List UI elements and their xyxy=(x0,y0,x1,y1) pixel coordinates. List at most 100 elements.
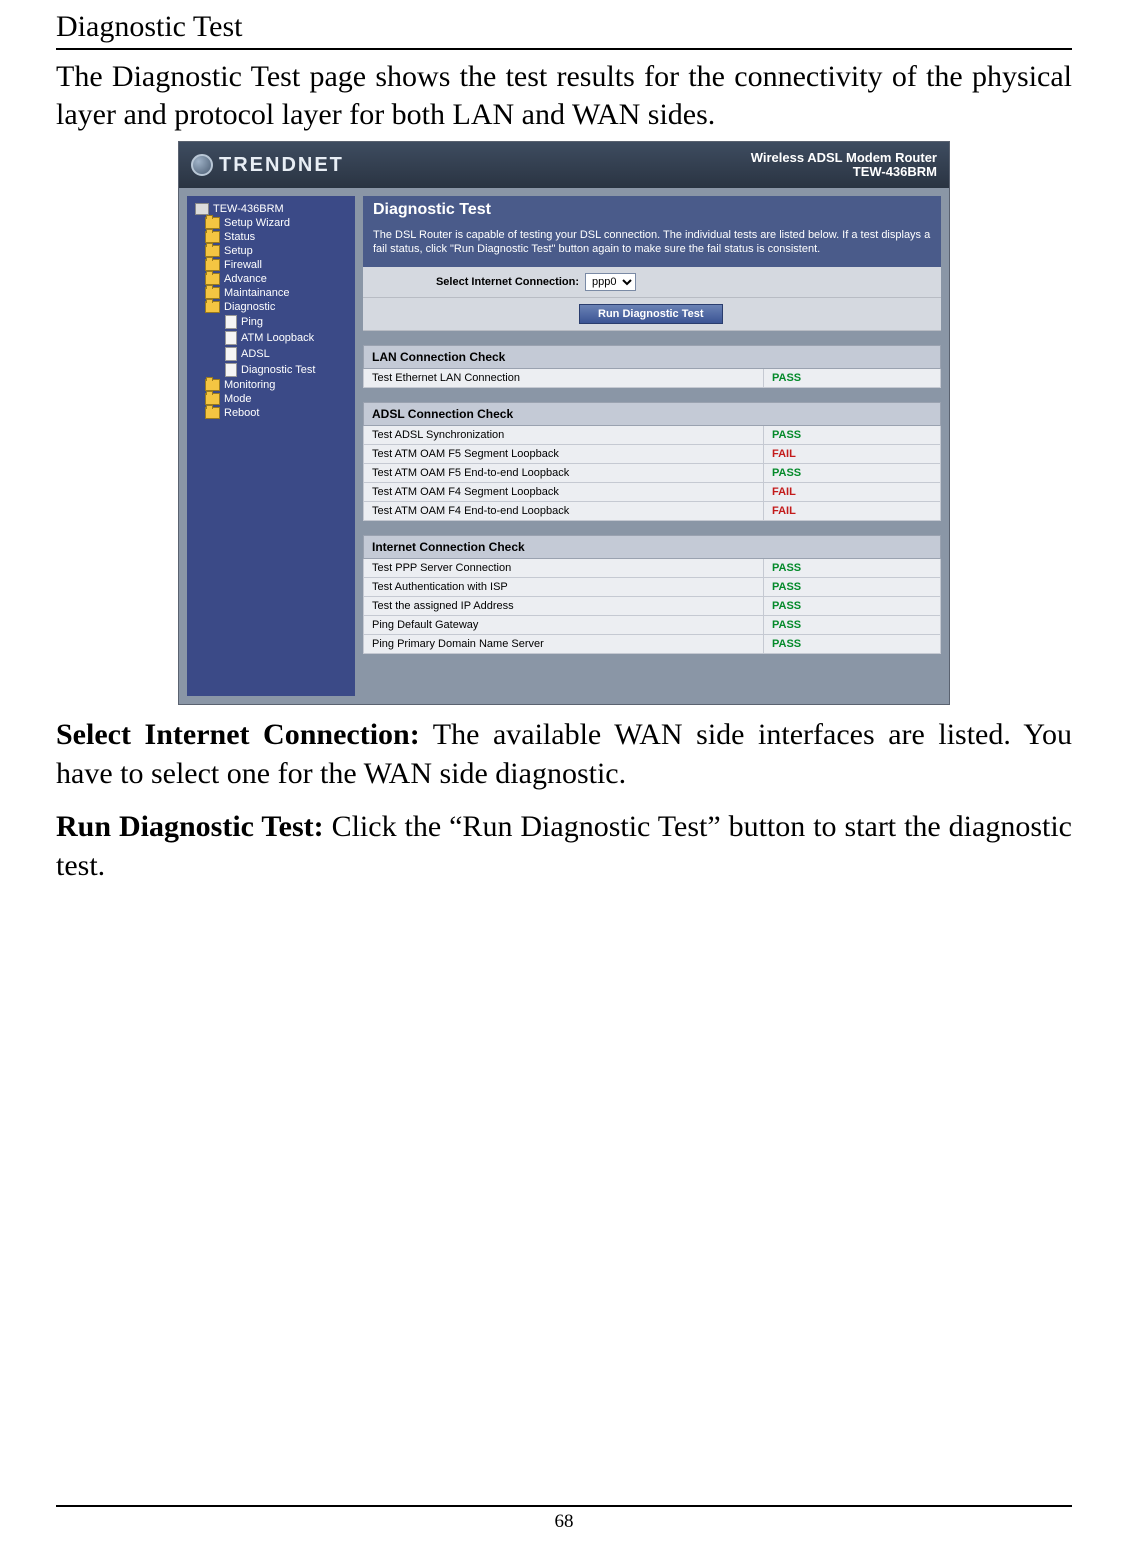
page-icon xyxy=(225,315,237,329)
section-heading: Diagnostic Test xyxy=(56,10,1072,44)
test-status: FAIL xyxy=(764,502,940,520)
nav-item[interactable]: Mode xyxy=(191,392,351,406)
test-name: Ping Primary Domain Name Server xyxy=(364,635,764,653)
product-line1: Wireless ADSL Modem Router xyxy=(751,151,937,165)
product-block: Wireless ADSL Modem Router TEW-436BRM xyxy=(751,151,937,180)
folder-icon xyxy=(205,231,220,243)
nav-item[interactable]: ATM Loopback xyxy=(191,330,351,346)
test-status: PASS xyxy=(764,426,940,444)
nav-item-label: Diagnostic Test xyxy=(241,364,315,376)
test-status: PASS xyxy=(764,597,940,615)
test-name: Test Authentication with ISP xyxy=(364,578,764,596)
page-icon xyxy=(225,347,237,361)
brand-text: TRENDNET xyxy=(219,154,344,177)
panel-title: Diagnostic Test xyxy=(363,196,941,224)
result-row: Test ATM OAM F4 Segment LoopbackFAIL xyxy=(363,483,941,502)
router-body: TEW-436BRM Setup Wizard StatusSetupFirewa… xyxy=(179,188,949,704)
section-spacer xyxy=(363,521,941,535)
folder-icon xyxy=(205,379,220,391)
brand-logo-icon xyxy=(191,154,213,176)
folder-icon xyxy=(205,259,220,271)
result-row: Test ATM OAM F4 End-to-end LoopbackFAIL xyxy=(363,502,941,521)
panel-description: The DSL Router is capable of testing you… xyxy=(363,224,941,267)
folder-icon xyxy=(205,217,220,229)
result-row: Ping Default GatewayPASS xyxy=(363,616,941,635)
folder-icon xyxy=(205,407,220,419)
def2-term: Run Diagnostic Test: xyxy=(56,810,324,843)
test-name: Test the assigned IP Address xyxy=(364,597,764,615)
folder-icon xyxy=(205,245,220,257)
page-icon xyxy=(225,331,237,345)
section-spacer xyxy=(363,331,941,345)
nav-item[interactable]: Status xyxy=(191,230,351,244)
test-name: Test Ethernet LAN Connection xyxy=(364,369,764,387)
test-name: Ping Default Gateway xyxy=(364,616,764,634)
nav-item[interactable]: Reboot xyxy=(191,406,351,420)
test-status: PASS xyxy=(764,369,940,387)
intro-paragraph: The Diagnostic Test page shows the test … xyxy=(56,58,1072,133)
test-name: Test ATM OAM F5 Segment Loopback xyxy=(364,445,764,463)
definition-run-diagnostic: Run Diagnostic Test: Click the “Run Diag… xyxy=(56,807,1072,885)
nav-item[interactable]: ADSL xyxy=(191,346,351,362)
nav-item-label: Reboot xyxy=(224,407,259,419)
nav-item-label: Mode xyxy=(224,393,252,405)
nav-item-label: Setup Wizard xyxy=(224,217,290,229)
section-spacer xyxy=(363,388,941,402)
internet-connection-select[interactable]: ppp0 xyxy=(585,273,636,291)
result-row: Test Ethernet LAN ConnectionPASS xyxy=(363,369,941,388)
test-status: FAIL xyxy=(764,445,940,463)
nav-item-label: Monitoring xyxy=(224,379,275,391)
test-name: Test ADSL Synchronization xyxy=(364,426,764,444)
nav-item[interactable]: Maintainance xyxy=(191,286,351,300)
nav-item[interactable]: Firewall xyxy=(191,258,351,272)
content-panel: Diagnostic Test The DSL Router is capabl… xyxy=(363,196,941,696)
nav-item-label: Diagnostic xyxy=(224,301,275,313)
page-icon xyxy=(225,363,237,377)
def1-term: Select Internet Connection: xyxy=(56,718,420,751)
nav-item-label: ADSL xyxy=(241,348,270,360)
nav-item[interactable]: Diagnostic Test xyxy=(191,362,351,378)
test-status: FAIL xyxy=(764,483,940,501)
test-name: Test ATM OAM F4 End-to-end Loopback xyxy=(364,502,764,520)
folder-icon xyxy=(205,273,220,285)
nav-item[interactable]: Setup Wizard xyxy=(191,216,351,230)
results-section-heading: Internet Connection Check xyxy=(363,535,941,559)
page-number: 68 xyxy=(56,1511,1072,1533)
test-status: PASS xyxy=(764,559,940,577)
select-connection-row: Select Internet Connection: ppp0 xyxy=(363,267,941,298)
result-row: Test Authentication with ISPPASS xyxy=(363,578,941,597)
nav-item-label: Status xyxy=(224,231,255,243)
nav-item-label: Maintainance xyxy=(224,287,289,299)
folder-icon xyxy=(205,287,220,299)
screenshot-figure: TRENDNET Wireless ADSL Modem Router TEW-… xyxy=(56,141,1072,705)
result-row: Test the assigned IP AddressPASS xyxy=(363,597,941,616)
nav-item-label: ATM Loopback xyxy=(241,332,314,344)
nav-item[interactable]: Advance xyxy=(191,272,351,286)
run-button-row: Run Diagnostic Test xyxy=(363,298,941,331)
folder-icon xyxy=(205,393,220,405)
nav-item[interactable]: Monitoring xyxy=(191,378,351,392)
folder-icon xyxy=(205,301,220,313)
nav-item[interactable]: Setup xyxy=(191,244,351,258)
brand-block: TRENDNET xyxy=(191,154,344,177)
router-admin-ui: TRENDNET Wireless ADSL Modem Router TEW-… xyxy=(178,141,950,705)
nav-item[interactable]: Ping xyxy=(191,314,351,330)
device-icon xyxy=(195,203,209,215)
nav-root-label: TEW-436BRM xyxy=(213,203,284,215)
result-row: Test ATM OAM F5 Segment LoopbackFAIL xyxy=(363,445,941,464)
test-status: PASS xyxy=(764,464,940,482)
nav-tree: TEW-436BRM Setup Wizard StatusSetupFirewa… xyxy=(187,196,355,696)
result-row: Test PPP Server ConnectionPASS xyxy=(363,559,941,578)
nav-item-label: Firewall xyxy=(224,259,262,271)
run-diagnostic-button[interactable]: Run Diagnostic Test xyxy=(579,304,723,324)
nav-item-label: Ping xyxy=(241,316,263,328)
nav-root[interactable]: TEW-436BRM xyxy=(191,202,351,216)
nav-item-label: Advance xyxy=(224,273,267,285)
footer-rule xyxy=(56,1505,1072,1507)
test-name: Test PPP Server Connection xyxy=(364,559,764,577)
test-name: Test ATM OAM F5 End-to-end Loopback xyxy=(364,464,764,482)
test-status: PASS xyxy=(764,616,940,634)
nav-item[interactable]: Diagnostic xyxy=(191,300,351,314)
test-status: PASS xyxy=(764,578,940,596)
results-section-heading: LAN Connection Check xyxy=(363,345,941,369)
